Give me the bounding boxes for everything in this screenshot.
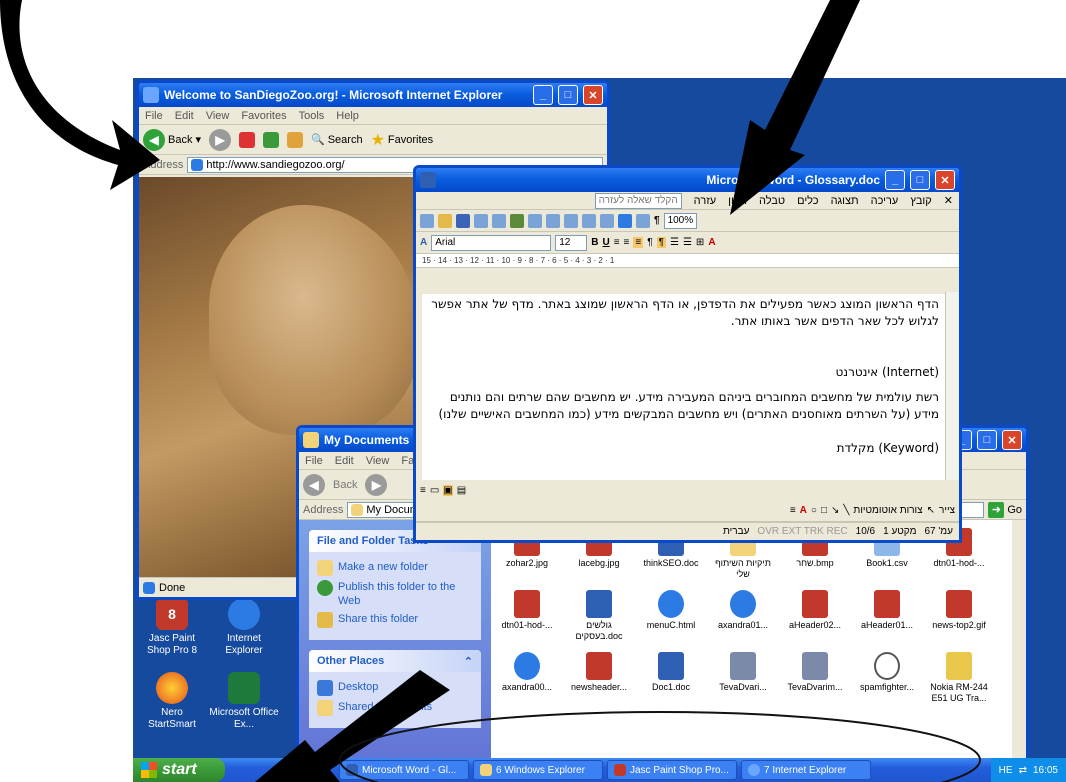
- arrow-to-taskbar: [255, 670, 450, 782]
- arrow-to-ie-toolbar: [0, 0, 160, 190]
- annotation-arrows: [0, 0, 981, 782]
- arrow-to-word-toolbar: [730, 0, 860, 215]
- taskbar-highlight-ellipse: [339, 711, 981, 782]
